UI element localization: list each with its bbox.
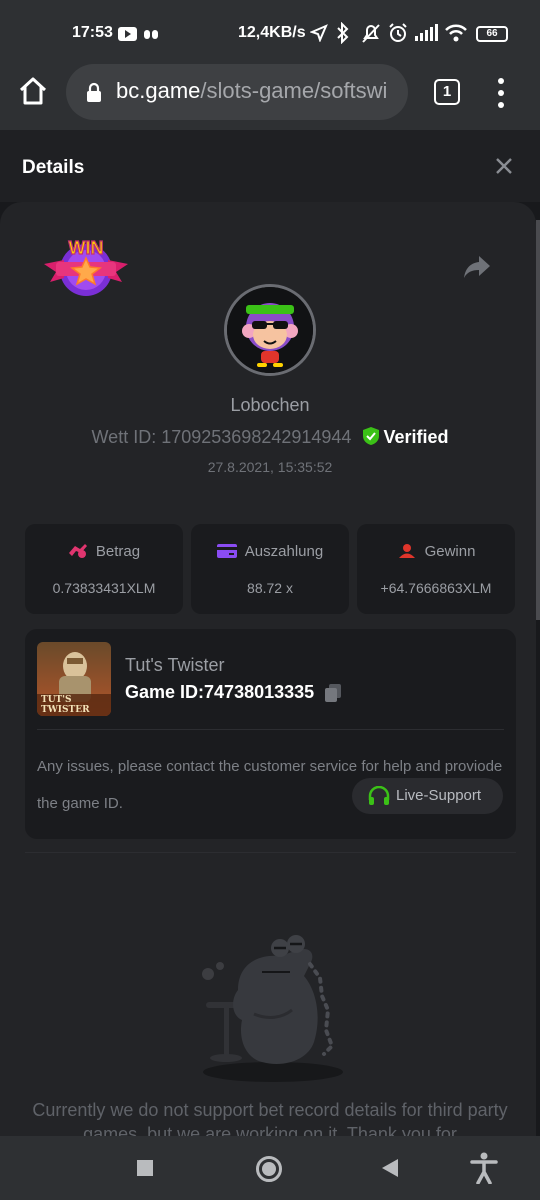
details-header: Details <box>0 130 540 202</box>
bet-id-value: 1709253698242914944 <box>161 427 352 447</box>
url-text: bc.game/slots-game/softswi <box>116 78 387 104</box>
stat-label-text: Gewinn <box>424 543 476 560</box>
media-dots-icon <box>144 30 160 40</box>
bet-date: 27.8.2021, 15:35:52 <box>207 459 333 475</box>
mute-icon <box>362 24 380 43</box>
crocodile-illustration-icon <box>202 935 343 1082</box>
share-icon[interactable] <box>462 254 492 280</box>
status-bar: 17:53 12,4KB/s 66 <box>0 0 540 56</box>
bet-amount-icon <box>68 544 87 558</box>
bet-id-label: Wett ID: <box>91 427 157 447</box>
stat-label-text: Auszahlung <box>244 543 324 560</box>
section-divider <box>25 852 516 853</box>
url-field[interactable]: bc.game/slots-game/softswi <box>66 64 408 120</box>
youtube-icon <box>118 27 137 41</box>
copy-icon[interactable] <box>323 683 343 703</box>
network-speed: 12,4KB/s <box>238 24 306 41</box>
bet-id-row: Wett ID: 1709253698242914944 Verified <box>0 426 540 448</box>
home-icon[interactable] <box>18 76 48 106</box>
accessibility-icon[interactable] <box>470 1152 498 1184</box>
username: Lobochen <box>230 395 310 415</box>
battery-icon: 66 <box>476 26 508 42</box>
lock-icon <box>87 82 101 102</box>
stat-card-betrag: Betrag 0.73833431XLM <box>25 524 183 614</box>
status-time: 17:53 <box>72 24 113 41</box>
signal-icon <box>415 24 438 41</box>
stat-value: 0.73833431XLM <box>52 580 156 596</box>
win-badge-icon: WIN <box>44 237 128 296</box>
live-support-button[interactable]: Live-Support <box>352 778 503 814</box>
game-thumbnail[interactable]: TUT'S TWISTER <box>37 642 111 716</box>
payout-card-icon <box>216 544 237 558</box>
alarm-icon <box>389 23 407 42</box>
svg-text:WIN: WIN <box>69 238 104 258</box>
profit-icon <box>398 544 415 558</box>
game-id-value: 74738013335 <box>204 682 315 702</box>
game-id-label: Game ID: <box>125 682 205 702</box>
more-menu-icon[interactable] <box>496 78 506 108</box>
scrollbar-thumb[interactable] <box>536 220 540 620</box>
page-title: Details <box>22 157 85 178</box>
headset-icon <box>368 786 390 805</box>
stat-label: Gewinn <box>357 543 515 560</box>
stat-value: 88.72 x <box>247 580 293 596</box>
wifi-icon <box>445 24 467 42</box>
avatar <box>224 284 316 376</box>
verified-label: Verified <box>383 427 449 447</box>
browser-toolbar: bc.game/slots-game/softswi 1 <box>0 56 540 130</box>
system-nav-bar <box>0 1136 540 1200</box>
card-divider <box>37 729 504 730</box>
location-icon <box>310 24 328 42</box>
bluetooth-icon <box>337 22 349 44</box>
tab-switcher-button[interactable]: 1 <box>434 79 460 105</box>
stat-card-gewinn: Gewinn +64.7666863XLM <box>357 524 515 614</box>
game-thumbnail-title: TUT'S TWISTER <box>41 695 90 715</box>
close-icon[interactable] <box>494 156 514 176</box>
stat-value: +64.7666863XLM <box>380 580 492 596</box>
monkey-avatar-icon <box>227 287 313 373</box>
stat-label: Betrag <box>25 543 183 560</box>
url-domain: bc.game <box>116 78 201 103</box>
stat-label-text: Betrag <box>95 543 141 560</box>
stat-label: Auszahlung <box>191 543 349 560</box>
verified-shield-icon <box>363 427 380 445</box>
stat-card-auszahlung: Auszahlung 88.72 x <box>191 524 349 614</box>
back-icon[interactable] <box>382 1159 398 1177</box>
nav-home-icon[interactable] <box>256 1156 282 1182</box>
game-id: Game ID:74738013335 <box>125 682 314 703</box>
live-support-label: Live-Support <box>396 787 482 804</box>
recent-apps-icon[interactable] <box>137 1160 153 1176</box>
url-path: /slots-game/softswi <box>200 78 388 103</box>
game-name: Tut's Twister <box>125 655 225 675</box>
